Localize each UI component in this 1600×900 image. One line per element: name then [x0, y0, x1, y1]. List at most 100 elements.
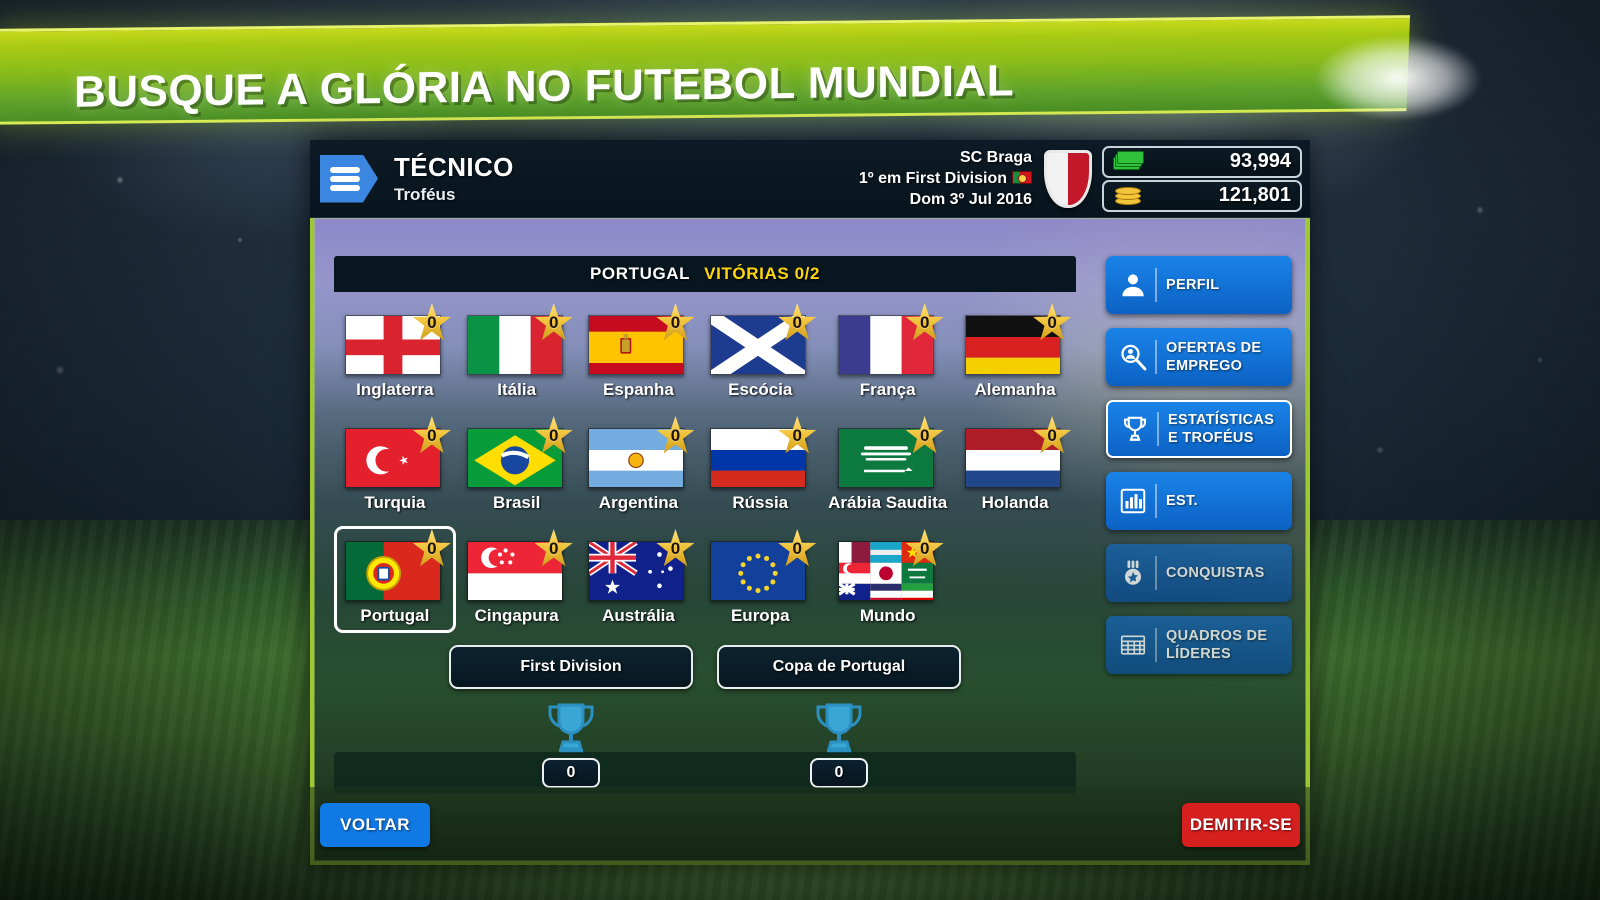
star-badge: 0 — [778, 303, 817, 341]
nation-cell[interactable]: 0 Holanda — [954, 413, 1076, 520]
nation-cell[interactable]: 0 Cingapura — [456, 526, 578, 633]
cash-value: 93,994 — [1229, 150, 1291, 172]
star-badge: 0 — [778, 529, 817, 567]
star-badge: 0 — [656, 416, 695, 454]
nation-label: Holanda — [981, 493, 1049, 512]
star-count: 0 — [427, 426, 437, 445]
menu-item-label: EST. — [1166, 492, 1198, 509]
nation-cell[interactable]: 0 Portugal — [334, 526, 456, 633]
menu-divider — [1155, 340, 1157, 374]
nation-cell[interactable]: 0 Escócia — [699, 300, 821, 407]
star-badge: 0 — [1033, 416, 1072, 454]
nation-label: Mundo — [859, 606, 916, 625]
nation-cell[interactable]: 0 Espanha — [578, 300, 700, 407]
person-icon — [1114, 266, 1152, 304]
nation-label: Europa — [730, 606, 790, 625]
nation-label: Itália — [497, 380, 537, 399]
menu-divider — [1155, 484, 1157, 518]
menu-item-perfil[interactable]: PERFIL — [1106, 256, 1292, 314]
count-slot: 0 — [717, 758, 961, 788]
wins-label: VITÓRIAS 0/2 — [704, 264, 821, 283]
nation-label: Alemanha — [974, 380, 1056, 399]
nation-label: Espanha — [603, 380, 674, 399]
nation-cell[interactable]: 0 Rússia — [699, 413, 821, 520]
side-menu: PERFIL OFERTAS DE EMPREGO ESTATÍSTICAS E T… — [1106, 256, 1292, 674]
menu-item-est[interactable]: EST. — [1106, 472, 1292, 530]
bar-chart-icon — [1114, 482, 1152, 520]
star-count: 0 — [919, 539, 930, 558]
star-badge: 0 — [534, 529, 573, 567]
menu-divider — [1155, 556, 1157, 590]
flag-holder: 0 — [465, 529, 573, 603]
hamburger-bar — [330, 166, 360, 173]
star-count: 0 — [427, 539, 437, 558]
flag-holder: 0 — [465, 416, 573, 490]
menu-item-quadros-de-l-deres[interactable]: QUADROS DE LÍDERES — [1106, 616, 1292, 674]
page-title: TÉCNICO — [394, 152, 514, 182]
nation-cell[interactable]: 0 Argentina — [578, 413, 700, 520]
nation-cell[interactable]: 0 Inglaterra — [334, 300, 456, 407]
nation-label: Turquia — [364, 493, 426, 512]
trophy-icon — [1116, 410, 1154, 448]
competition-buttons: First Division Copa de Portugal — [334, 645, 1076, 689]
nation-cell[interactable]: 0 Turquia — [334, 413, 456, 520]
star-count: 0 — [670, 313, 681, 332]
action-bar: VOLTAR DEMITIR-SE — [310, 787, 1310, 865]
page-subtitle: Troféus — [394, 185, 456, 204]
menu-item-label: QUADROS DE LÍDERES — [1166, 627, 1268, 662]
club-position: 1º em First Division — [858, 169, 1007, 187]
flag-holder: 0 — [836, 303, 944, 377]
nation-label: Portugal — [360, 606, 430, 625]
club-crest-icon — [1044, 149, 1092, 208]
star-badge: 0 — [656, 303, 695, 341]
nation-cell[interactable]: 0 Arábia Saudita — [821, 413, 954, 520]
menu-item-estat-sticas-e-trof-us[interactable]: ESTATÍSTICAS E TROFÉUS — [1106, 400, 1292, 458]
menu-item-conquistas[interactable]: CONQUISTAS — [1106, 544, 1292, 602]
nation-cell[interactable]: 0 Mundo — [821, 526, 954, 633]
star-badge: 0 — [778, 416, 817, 454]
coins-icon — [1113, 186, 1143, 206]
star-badge: 0 — [534, 303, 573, 341]
trophies-panel-header: PORTUGAL VITÓRIAS 0/2 — [334, 256, 1076, 292]
star-badge: 0 — [1033, 303, 1072, 341]
coins-value: 121,801 — [1218, 184, 1291, 206]
game-date: Dom 3º Jul 2016 — [909, 191, 1032, 209]
menu-item-label: OFERTAS DE EMPREGO — [1166, 339, 1262, 374]
star-badge: 0 — [412, 303, 451, 341]
app-body: PORTUGAL VITÓRIAS 0/2 0 Inglaterra 0 Itália… — [310, 218, 1310, 865]
nation-cell[interactable]: 0 França — [821, 300, 954, 407]
nation-label: Brasil — [493, 493, 541, 512]
flag-holder: 0 — [708, 303, 817, 377]
nation-cell[interactable]: 0 Alemanha — [954, 300, 1076, 407]
nation-label: Argentina — [598, 493, 679, 512]
resign-button[interactable]: DEMITIR-SE — [1182, 803, 1300, 847]
hamburger-icon[interactable] — [320, 154, 378, 203]
nation-cell[interactable]: 0 Brasil — [456, 413, 578, 520]
competition-button[interactable]: First Division — [449, 645, 693, 689]
menu-item-ofertas-de-emprego[interactable]: OFERTAS DE EMPREGO — [1106, 328, 1292, 386]
star-count: 0 — [1047, 313, 1057, 332]
menu-item-label: PERFIL — [1166, 276, 1220, 293]
flag-holder: 0 — [465, 303, 573, 377]
app-header: TÉCNICO Troféus SC Braga 1º em First Div… — [310, 140, 1310, 218]
star-count: 0 — [670, 539, 681, 558]
cash-row[interactable]: 93,994 — [1102, 145, 1302, 178]
back-button[interactable]: VOLTAR — [320, 803, 430, 847]
nation-label: Austrália — [602, 606, 675, 625]
star-badge: 0 — [905, 303, 944, 341]
nation-cell[interactable]: 0 Itália — [456, 300, 578, 407]
nation-cell[interactable]: 0 Austrália — [578, 526, 700, 633]
flag-holder: 0 — [836, 529, 944, 603]
nation-cell[interactable]: 0 Europa — [699, 526, 821, 633]
star-count: 0 — [548, 426, 559, 445]
coins-row[interactable]: 121,801 — [1102, 179, 1302, 212]
star-count: 0 — [1047, 426, 1057, 445]
flag-holder: 0 — [836, 416, 944, 490]
flag-holder: 0 — [586, 529, 695, 603]
nation-label: Cingapura — [474, 606, 559, 625]
nation-label: Inglaterra — [356, 380, 434, 399]
currency-panel: 93,994 121,801 — [1102, 144, 1302, 214]
portugal-flag-icon — [1012, 170, 1032, 184]
competition-button[interactable]: Copa de Portugal — [717, 645, 961, 689]
menu-item-label: ESTATÍSTICAS E TROFÉUS — [1168, 411, 1275, 446]
